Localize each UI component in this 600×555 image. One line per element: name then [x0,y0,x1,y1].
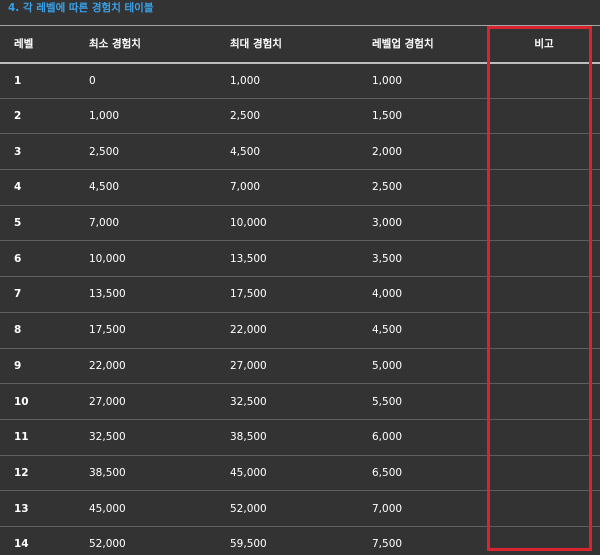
table-row: 11 32,500 38,500 6,000 [0,419,600,456]
table-row: 4 4,500 7,000 2,500 [0,169,600,206]
cell-min-exp: 0 [89,62,230,99]
cell-note [488,276,600,313]
table-row: 2 1,000 2,500 1,500 [0,98,600,135]
cell-level: 2 [0,98,89,135]
table-row: 6 10,000 13,500 3,500 [0,240,600,278]
cell-levelup-exp: 1,500 [372,98,488,135]
cell-max-exp: 13,500 [230,240,372,278]
table-row: 7 13,500 17,500 4,000 [0,276,600,313]
cell-note [488,526,600,555]
cell-level: 11 [0,419,89,456]
cell-max-exp: 32,500 [230,383,372,420]
cell-note [488,490,600,527]
header-min-exp: 최소 경험치 [89,25,230,64]
cell-min-exp: 4,500 [89,169,230,206]
cell-min-exp: 45,000 [89,490,230,527]
cell-min-exp: 38,500 [89,455,230,492]
cell-max-exp: 7,000 [230,169,372,206]
cell-max-exp: 10,000 [230,205,372,242]
cell-note [488,312,600,349]
cell-level: 10 [0,383,89,420]
cell-levelup-exp: 2,500 [372,169,488,206]
table-header-row: 레벨 최소 경험치 최대 경험치 레벨업 경험치 비고 [0,25,600,64]
cell-level: 12 [0,455,89,492]
cell-min-exp: 22,000 [89,348,230,385]
cell-level: 1 [0,62,89,99]
cell-max-exp: 45,000 [230,455,372,492]
header-levelup-exp: 레벨업 경험치 [372,25,488,64]
cell-max-exp: 1,000 [230,62,372,99]
header-note: 비고 [488,25,600,64]
cell-level: 7 [0,276,89,313]
cell-levelup-exp: 6,000 [372,419,488,456]
table-row: 8 17,500 22,000 4,500 [0,312,600,349]
cell-min-exp: 27,000 [89,383,230,420]
cell-levelup-exp: 2,000 [372,133,488,171]
cell-note [488,419,600,456]
table-row: 9 22,000 27,000 5,000 [0,348,600,385]
cell-note [488,62,600,99]
cell-note [488,240,600,278]
cell-min-exp: 2,500 [89,133,230,171]
cell-levelup-exp: 5,500 [372,383,488,420]
cell-max-exp: 52,000 [230,490,372,527]
cell-level: 3 [0,133,89,171]
cell-max-exp: 22,000 [230,312,372,349]
cell-levelup-exp: 6,500 [372,455,488,492]
cell-level: 6 [0,240,89,278]
cell-note [488,383,600,420]
cell-min-exp: 52,000 [89,526,230,555]
cell-levelup-exp: 5,000 [372,348,488,385]
experience-table: 레벨 최소 경험치 최대 경험치 레벨업 경험치 비고 1 0 1,000 1,000… [0,25,600,555]
cell-note [488,205,600,242]
cell-level: 5 [0,205,89,242]
cell-max-exp: 17,500 [230,276,372,313]
cell-note [488,133,600,171]
cell-note [488,348,600,385]
cell-max-exp: 59,500 [230,526,372,555]
cell-min-exp: 10,000 [89,240,230,278]
cell-max-exp: 38,500 [230,419,372,456]
table-row: 14 52,000 59,500 7,500 [0,526,600,555]
table-row: 1 0 1,000 1,000 [0,62,600,99]
cell-min-exp: 1,000 [89,98,230,135]
table-row: 12 38,500 45,000 6,500 [0,455,600,492]
section-heading: 4. 각 레벨에 따른 경험치 테이블 [8,2,154,14]
cell-level: 13 [0,490,89,527]
cell-level: 8 [0,312,89,349]
table-row: 13 45,000 52,000 7,000 [0,490,600,527]
table-body: 1 0 1,000 1,000 2 1,000 2,500 1,500 3 2,500 4,500 2… [0,62,600,555]
cell-level: 14 [0,526,89,555]
table-row: 3 2,500 4,500 2,000 [0,133,600,171]
table-row: 5 7,000 10,000 3,000 [0,205,600,242]
cell-levelup-exp: 3,500 [372,240,488,278]
cell-levelup-exp: 4,500 [372,312,488,349]
cell-min-exp: 32,500 [89,419,230,456]
cell-levelup-exp: 7,500 [372,526,488,555]
header-level: 레벨 [0,25,89,64]
header-max-exp: 최대 경험치 [230,25,372,64]
cell-max-exp: 2,500 [230,98,372,135]
table-row: 10 27,000 32,500 5,500 [0,383,600,420]
cell-levelup-exp: 4,000 [372,276,488,313]
cell-min-exp: 17,500 [89,312,230,349]
cell-level: 4 [0,169,89,206]
cell-note [488,169,600,206]
cell-min-exp: 13,500 [89,276,230,313]
cell-note [488,98,600,135]
cell-note [488,455,600,492]
cell-min-exp: 7,000 [89,205,230,242]
cell-levelup-exp: 7,000 [372,490,488,527]
cell-levelup-exp: 1,000 [372,62,488,99]
cell-max-exp: 27,000 [230,348,372,385]
cell-max-exp: 4,500 [230,133,372,171]
cell-level: 9 [0,348,89,385]
cell-levelup-exp: 3,000 [372,205,488,242]
